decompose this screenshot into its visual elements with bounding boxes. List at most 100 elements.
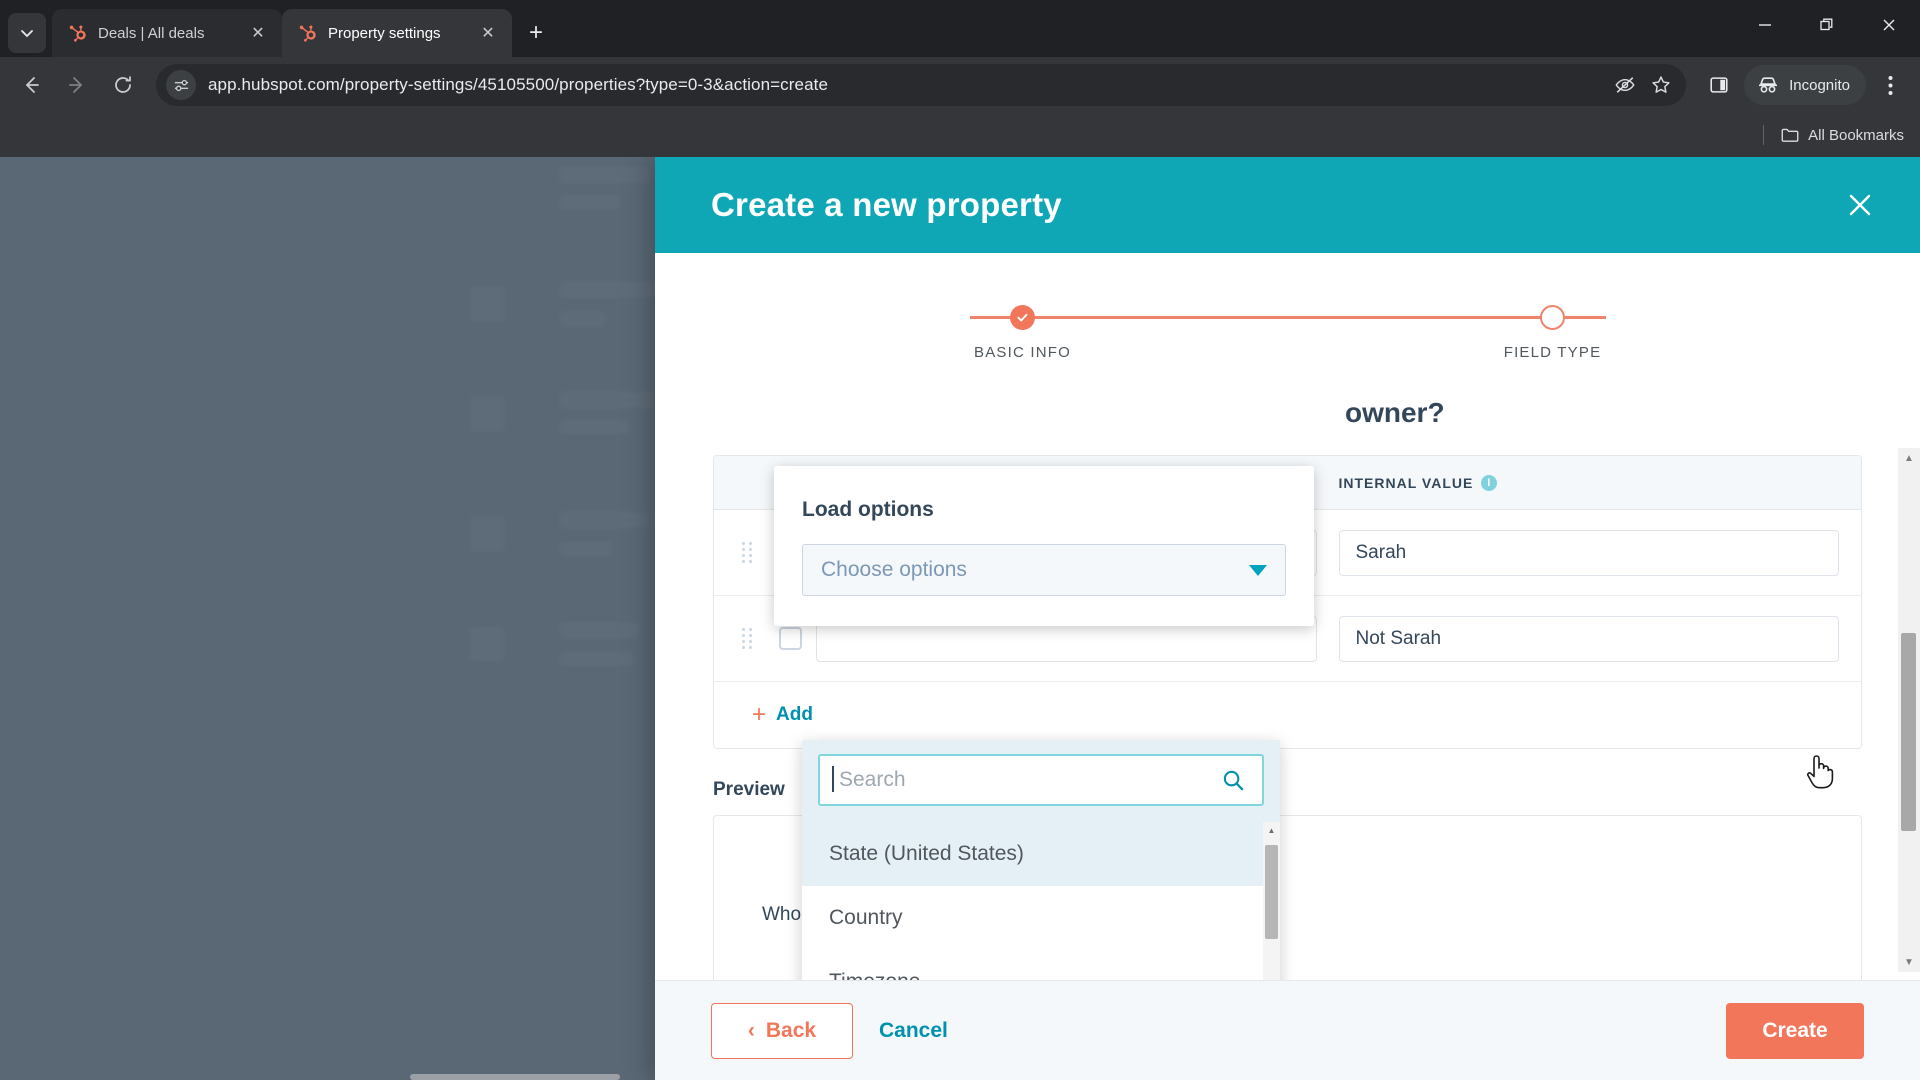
page-title: owner?: [1345, 397, 1445, 428]
back-button[interactable]: ‹ Back: [711, 1002, 853, 1059]
chevron-left-icon: ‹: [747, 1018, 755, 1042]
tab-search-button[interactable]: [8, 13, 46, 53]
minimize-button[interactable]: [1734, 0, 1796, 50]
tab-close-icon[interactable]: ✕: [246, 21, 270, 45]
chevron-down-icon: [1249, 564, 1267, 576]
scrollbar-track[interactable]: [1263, 839, 1280, 980]
load-options-panel: Load options Choose options: [774, 466, 1314, 626]
column-header-label: INTERNAL VALUE: [1338, 474, 1474, 491]
browser-menu-button[interactable]: [1870, 64, 1910, 106]
bookmark-star-icon[interactable]: [1644, 68, 1678, 102]
tab-close-icon[interactable]: ✕: [476, 21, 500, 45]
scroll-up-arrow-icon[interactable]: ▲: [1904, 448, 1914, 468]
back-button[interactable]: [10, 64, 52, 106]
browser-tab-property-settings[interactable]: Property settings ✕: [282, 9, 512, 57]
drag-handle-icon[interactable]: [741, 541, 753, 564]
folder-icon: [1781, 128, 1799, 142]
new-tab-button[interactable]: +: [518, 15, 554, 51]
arrow-left-icon: [26, 77, 39, 93]
cancel-button[interactable]: Cancel: [879, 1019, 948, 1043]
eye-slash-icon: [1615, 77, 1635, 93]
select-value: Choose options: [821, 558, 967, 581]
restore-icon: [1820, 18, 1833, 31]
dropdown-option[interactable]: Timezone: [802, 950, 1280, 980]
bookmark-divider: [1763, 125, 1765, 145]
site-settings-icon[interactable]: [166, 70, 196, 100]
window-resize-indicator: [410, 1074, 620, 1080]
incognito-profile-chip[interactable]: Incognito: [1744, 65, 1866, 105]
address-bar[interactable]: app.hubspot.com/property-settings/451055…: [156, 64, 1687, 106]
search-placeholder: Search: [832, 766, 906, 792]
step-dot-completed: [1010, 305, 1035, 330]
step-dot-pending: [1540, 305, 1565, 330]
hubspot-sprocket-icon: [69, 25, 86, 42]
page-overlay-backdrop: Create a new property BASIC INFO FIELD T…: [0, 157, 1920, 1080]
check-icon: [1017, 313, 1028, 322]
modal-close-button[interactable]: [1838, 183, 1882, 227]
modal-footer: ‹ Back Cancel Create: [655, 980, 1920, 1080]
dropdown-scrollbar[interactable]: ▲ ▼: [1263, 822, 1280, 980]
close-window-button[interactable]: [1858, 0, 1920, 50]
profile-label: Incognito: [1789, 76, 1850, 94]
browser-toolbar: app.hubspot.com/property-settings/451055…: [0, 57, 1920, 113]
internal-value-input[interactable]: Not Sarah: [1338, 615, 1839, 662]
arrow-right-icon: [69, 77, 82, 93]
browser-tab-deals[interactable]: Deals | All deals ✕: [52, 9, 282, 57]
row-checkbox[interactable]: [778, 627, 802, 650]
add-option-label: Add: [776, 704, 813, 725]
tracking-protection-icon[interactable]: [1608, 68, 1642, 102]
tab-title: Property settings: [328, 24, 441, 42]
browser-window: Deals | All deals ✕ Property settings ✕ …: [0, 0, 1920, 1080]
tab-title: Deals | All deals: [98, 24, 205, 42]
internal-value-input[interactable]: Sarah: [1338, 529, 1839, 576]
create-button[interactable]: Create: [1726, 1002, 1864, 1059]
modal-scrollbar[interactable]: ▲ ▼: [1898, 448, 1920, 972]
modal-title: Create a new property: [711, 186, 1062, 223]
choose-options-select[interactable]: Choose options: [802, 544, 1286, 596]
star-icon: [1652, 76, 1670, 93]
create-property-modal: Create a new property BASIC INFO FIELD T…: [655, 157, 1920, 1080]
scrollbar-thumb[interactable]: [1901, 632, 1916, 831]
pointer-hand-icon: [1807, 755, 1834, 789]
forward-button[interactable]: [56, 64, 98, 106]
kebab-menu-icon: [1888, 75, 1892, 95]
load-options-title: Load options: [802, 498, 934, 521]
step-field-type[interactable]: FIELD TYPE: [1488, 305, 1618, 361]
tab-strip: Deals | All deals ✕ Property settings ✕ …: [0, 0, 1920, 57]
toolbar-right: Incognito: [1698, 64, 1910, 106]
chevron-down-icon: [21, 30, 33, 38]
reload-button[interactable]: [102, 64, 144, 106]
scrollbar-track[interactable]: [1898, 468, 1920, 952]
all-bookmarks-button[interactable]: All Bookmarks: [1780, 125, 1904, 145]
side-panel-button[interactable]: [1698, 64, 1740, 106]
step-label: BASIC INFO: [973, 344, 1071, 361]
omnibox-actions: [1608, 68, 1678, 102]
maximize-button[interactable]: [1796, 0, 1858, 50]
add-option-button[interactable]: + Add: [752, 701, 813, 729]
reload-icon: [115, 76, 131, 93]
info-icon[interactable]: i: [1481, 474, 1498, 491]
scroll-up-arrow-icon[interactable]: ▲: [1268, 822, 1276, 839]
drag-handle-icon[interactable]: [741, 627, 753, 650]
step-basic-info[interactable]: BASIC INFO: [958, 305, 1088, 361]
url-text: app.hubspot.com/property-settings/451055…: [208, 75, 828, 94]
close-icon: [1849, 194, 1871, 216]
dropdown-option[interactable]: Country: [802, 886, 1280, 950]
search-icon: [1223, 770, 1244, 790]
back-label: Back: [765, 1018, 817, 1042]
plus-icon: +: [752, 701, 767, 728]
scroll-down-arrow-icon[interactable]: ▼: [1904, 952, 1914, 972]
dropdown-options-list[interactable]: State (United States) Country Timezone D…: [802, 822, 1280, 980]
options-dropdown-menu: Search State (United States) Country Tim…: [802, 740, 1280, 980]
modal-body: BASIC INFO FIELD TYPE owner? INTERNAL VA…: [655, 253, 1920, 980]
all-bookmarks-label: All Bookmarks: [1808, 126, 1904, 144]
tune-icon: [174, 79, 188, 91]
search-input[interactable]: Search: [818, 754, 1264, 806]
dropdown-option[interactable]: State (United States): [802, 822, 1280, 886]
modal-header: Create a new property: [655, 157, 1920, 253]
scrollbar-thumb[interactable]: [1265, 845, 1278, 939]
step-label: FIELD TYPE: [1503, 344, 1602, 361]
add-option-row: + Add: [714, 682, 1861, 748]
mouse-cursor: [1803, 750, 1837, 797]
close-icon: [1883, 19, 1895, 31]
